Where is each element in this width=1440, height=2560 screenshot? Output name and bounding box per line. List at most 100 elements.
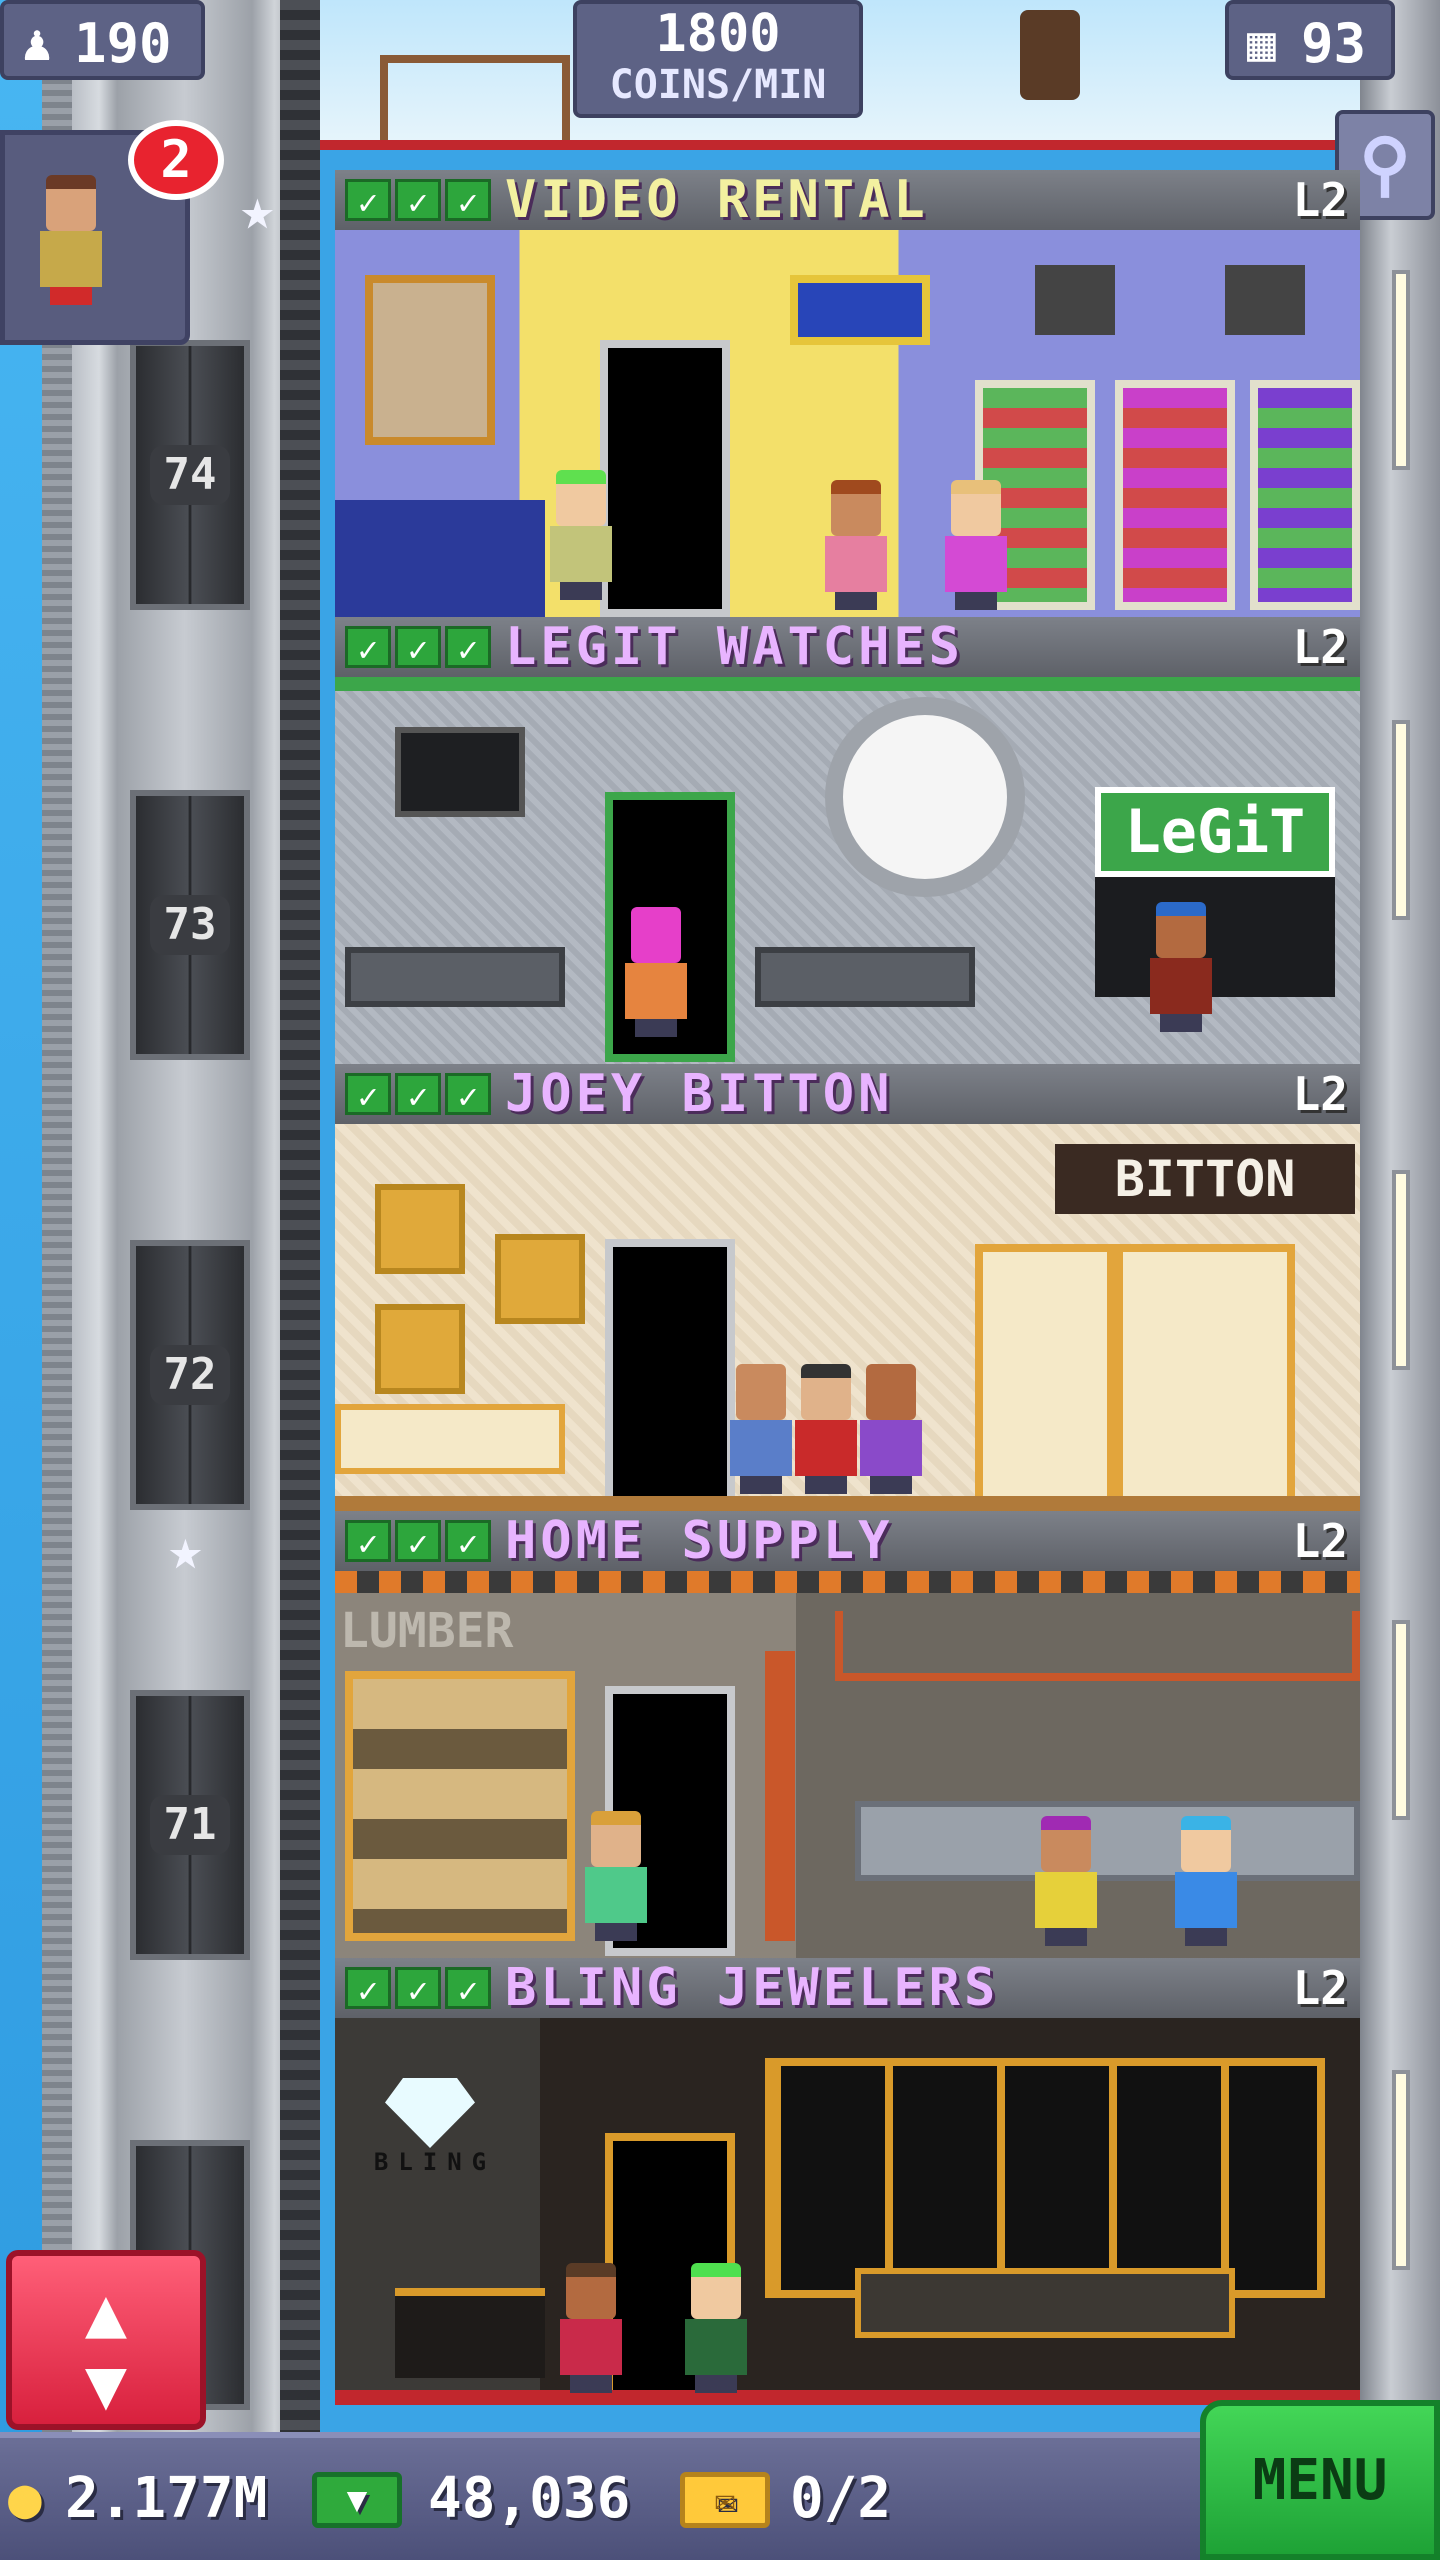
bitizen[interactable]	[860, 1364, 922, 1494]
floor-home-supply[interactable]: ✓ ✓ ✓ HOME SUPPLY L2 LUMBER	[335, 1511, 1360, 1958]
elevator-floor-number: 73	[150, 895, 230, 955]
room-interior: LUMBER	[335, 1571, 1360, 1958]
hazard-trim	[335, 1571, 1360, 1593]
floor-level: L2	[1292, 1961, 1348, 2015]
bling-sign: BLING	[373, 2148, 497, 2176]
stock-checks: ✓ ✓ ✓	[345, 1073, 491, 1117]
bux-value: 48,036	[428, 2466, 631, 2531]
floor-trim	[335, 1496, 1360, 1511]
bitizen[interactable]	[1035, 1816, 1097, 1946]
video-shelf	[1250, 380, 1360, 610]
bitizen[interactable]	[1175, 1816, 1237, 1946]
menu-button[interactable]: MENU	[1200, 2400, 1440, 2560]
floors-count-value: 93	[1301, 12, 1367, 75]
person-icon: ♟	[22, 14, 53, 72]
legit-sign: LeGiT	[1095, 787, 1335, 877]
room-interior: BITTON	[335, 1124, 1360, 1511]
search-icon: ⚲	[1359, 123, 1411, 205]
check-icon: ✓	[445, 1967, 491, 2011]
check-icon: ✓	[345, 626, 391, 670]
bag-frame	[375, 1304, 465, 1394]
floor-header: ✓ ✓ ✓ HOME SUPPLY L2	[335, 1511, 1360, 1571]
bitizen[interactable]	[625, 907, 687, 1037]
floor-header: ✓ ✓ ✓ JOEY BITTON L2	[335, 1064, 1360, 1124]
wall-screen	[395, 727, 525, 817]
room-interior	[335, 230, 1360, 617]
bitizen[interactable]	[730, 1364, 792, 1494]
shop-door	[600, 340, 730, 617]
lumber-rack	[345, 1671, 575, 1941]
floor-trim	[320, 140, 1360, 150]
stock-checks: ✓ ✓ ✓	[345, 179, 491, 223]
bag-frame	[375, 1184, 465, 1274]
game-screen: { "hud": { "population": "190", "coins_r…	[0, 0, 1440, 2560]
stock-checks: ✓ ✓ ✓	[345, 1520, 491, 1564]
floor-legit-watches[interactable]: ✓ ✓ ✓ LEGIT WATCHES L2 LeGiT	[335, 617, 1360, 1064]
elevator-floor-number: 71	[150, 1795, 230, 1855]
coins-rate-unit: COINS/MIN	[609, 62, 827, 108]
lumber-sign: LUMBER	[340, 1603, 514, 1659]
display-case	[755, 947, 975, 1007]
bitizen[interactable]	[945, 480, 1007, 610]
bag-shelf	[1115, 1244, 1295, 1504]
check-icon: ✓	[345, 1073, 391, 1117]
arrows-icon: ▲ ▼	[84, 2271, 128, 2425]
pillar	[765, 1651, 795, 1941]
ticket-icon: ✉	[680, 2472, 770, 2528]
floor-header: ✓ ✓ ✓ BLING JEWELERS L2	[335, 1958, 1360, 2018]
red-carpet	[335, 2390, 1360, 2405]
check-icon: ✓	[395, 1073, 441, 1117]
visitor-count-badge: 2	[128, 120, 224, 200]
floor-name: BLING JEWELERS	[505, 1958, 1000, 2018]
floor-level: L2	[1292, 1067, 1348, 1121]
elevator-floor-number: 72	[150, 1345, 230, 1405]
stock-checks: ✓ ✓ ✓	[345, 1967, 491, 2011]
check-icon: ✓	[395, 179, 441, 223]
display-case	[855, 2268, 1235, 2338]
bitizen[interactable]	[560, 2263, 622, 2393]
check-icon: ✓	[445, 626, 491, 670]
tickets-value: 0/2	[790, 2466, 892, 2531]
tool-bench	[855, 1801, 1360, 1881]
trim	[335, 677, 1360, 691]
bitizen[interactable]	[825, 480, 887, 610]
counter	[335, 500, 545, 617]
building-icon: ▦	[1247, 16, 1276, 72]
ticket-sign	[790, 275, 930, 345]
diamond-icon	[385, 2078, 475, 2148]
check-icon: ✓	[345, 179, 391, 223]
poster	[365, 275, 495, 445]
coins-rate-panel[interactable]: 1800 COINS/MIN	[573, 0, 863, 118]
bitizen[interactable]	[795, 1364, 857, 1494]
floor-header: ✓ ✓ ✓ LEGIT WATCHES L2	[335, 617, 1360, 677]
bitton-sign: BITTON	[1055, 1144, 1355, 1214]
floor-level: L2	[1292, 1514, 1348, 1568]
window	[1392, 1170, 1410, 1370]
bitizen[interactable]	[550, 470, 612, 600]
floors-counter[interactable]: ▦ 93	[1225, 0, 1395, 80]
population-value: 190	[74, 12, 172, 75]
bitizen[interactable]	[585, 1811, 647, 1941]
bux-icon: ▼	[312, 2472, 402, 2528]
floor-bling-jewelers[interactable]: ✓ ✓ ✓ BLING JEWELERS L2 BLING	[335, 1958, 1360, 2405]
room-interior: LeGiT	[335, 677, 1360, 1064]
window	[1392, 1620, 1410, 1820]
bag-shelf	[975, 1244, 1115, 1504]
elevator-updown-button[interactable]: ▲ ▼	[6, 2250, 206, 2430]
bitizen[interactable]	[1150, 902, 1212, 1032]
check-icon: ✓	[395, 1520, 441, 1564]
star-icon: ★	[168, 1515, 203, 1583]
fence	[380, 55, 570, 145]
population-counter[interactable]: ♟ 190	[0, 0, 205, 80]
clock-icon	[825, 697, 1025, 897]
tool-rack	[835, 1611, 1360, 1681]
counter	[395, 2288, 545, 2378]
room-interior: BLING	[335, 2018, 1360, 2405]
star-icon: ★	[240, 175, 275, 243]
tv	[1035, 265, 1115, 335]
tower-outer-wall	[42, 0, 72, 2460]
bitizen[interactable]	[685, 2263, 747, 2393]
floor-joey-bitton[interactable]: ✓ ✓ ✓ JOEY BITTON L2 BITTON	[335, 1064, 1360, 1511]
floor-video-rental[interactable]: ✓ ✓ ✓ VIDEO RENTAL L2	[335, 170, 1360, 617]
window	[1392, 270, 1410, 470]
